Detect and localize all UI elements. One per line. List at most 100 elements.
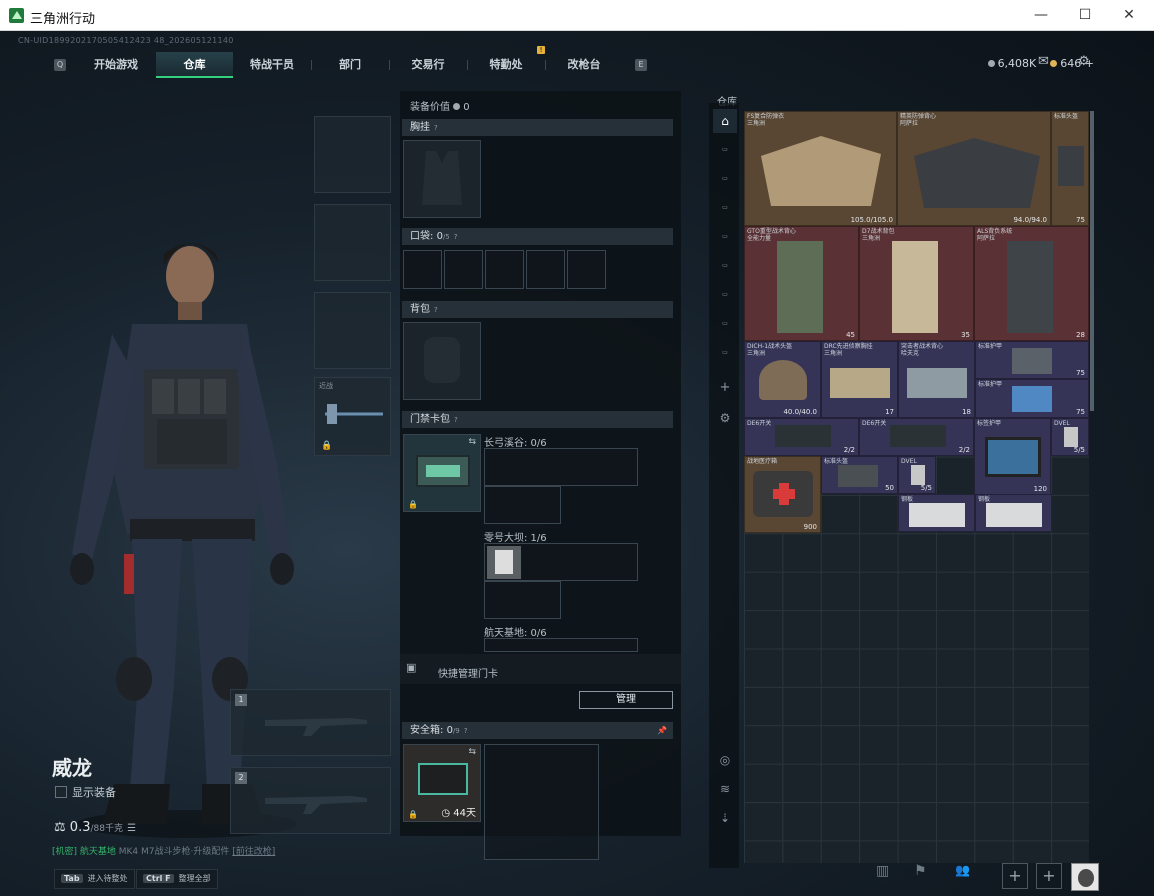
nav-left-key[interactable]: Q [54,59,66,71]
help-icon[interactable]: ? [434,120,438,137]
help-icon[interactable]: ? [434,302,438,319]
pin-icon[interactable]: 📌 [657,722,667,739]
warehouse-item[interactable]: 标准头盔 50 [821,456,898,494]
pocket-slot[interactable] [567,250,606,289]
filter-icon[interactable]: ◎ [713,748,737,772]
warehouse-tab[interactable]: ▭ [713,283,737,307]
tab-warehouse[interactable]: 仓库 [156,52,233,78]
warehouse-tab[interactable]: ▭ [713,167,737,191]
warehouse-item[interactable]: DVEL 5/5 [898,456,936,494]
chest-rig-slot[interactable] [403,140,481,218]
warehouse-item[interactable]: ALS背负系统 阿萨拉 28 [974,226,1089,341]
show-equipment-toggle[interactable]: 显示装备 [55,784,116,800]
warehouse-item[interactable]: 标准护甲 75 [975,341,1089,379]
pocket-slot[interactable] [485,250,524,289]
warehouse-item[interactable]: 标准头盔 75 [1051,111,1089,226]
help-icon[interactable]: ? [454,229,458,246]
ticker-link[interactable]: [前往改枪] [232,847,275,857]
weapon-slot-2[interactable]: 2 [230,767,391,834]
scrollbar[interactable] [1090,111,1094,411]
safebox-grid[interactable] [484,744,599,860]
warehouse-item[interactable]: DE6开关 2/2 [859,418,974,456]
warehouse-item[interactable]: 精英防弹背心 阿萨拉 94.0/94.0 [897,111,1051,226]
warehouse-tab[interactable]: ▭ [713,196,737,220]
warehouse-item[interactable]: D7战术背包 三角洲 35 [859,226,974,341]
warehouse-item[interactable]: 标签护甲 120 [974,418,1051,495]
sort-icon[interactable]: ⇣ [713,806,737,830]
friends-icon[interactable]: 👥 [955,863,970,877]
avatar[interactable] [1071,863,1099,891]
keycard-grid[interactable] [484,448,638,486]
tab-operators[interactable]: 特战干员 [234,52,310,78]
keycard-grid[interactable] [484,581,561,619]
warehouse-item[interactable]: DVEL 5/5 [1051,418,1089,456]
backpack-slot[interactable] [403,322,481,400]
item-value: 40.0/40.0 [783,408,817,416]
weapon-slot-1[interactable]: 1 [230,689,391,756]
minimize-button[interactable]: — [1018,0,1064,31]
warehouse-tab[interactable]: ▭ [713,138,737,162]
manage-button[interactable]: 管理 [579,691,673,709]
hotkey-organize[interactable]: Ctrl F 整理全部 [136,869,218,889]
invite-slot-button[interactable]: + [1002,863,1028,889]
tab-trading[interactable]: 交易行 [390,52,466,78]
warehouse-item[interactable]: 战地医疗箱 900 [744,456,821,533]
mail-icon[interactable]: ✉ [1038,54,1049,69]
keycard-item[interactable] [487,546,521,579]
armor-slot[interactable] [314,204,391,281]
stats-icon[interactable]: ▥ [876,863,889,879]
help-icon[interactable]: ? [464,723,468,740]
hotkey-tab[interactable]: Tab 进入待整处 [54,869,135,889]
invite-slot-button[interactable]: + [1036,863,1062,889]
warehouse-item[interactable]: 钢板 [898,494,975,532]
nav-right-key[interactable]: E [635,59,647,71]
helmet-slot[interactable] [314,116,391,193]
checkbox[interactable] [55,786,67,798]
weight-icon: ⚖ [54,820,66,835]
card-map-label: 航天基地: 0/6 [484,628,547,639]
tab-special-ops[interactable]: 特勤处 [468,52,544,78]
warehouse-item[interactable]: 标准护甲 75 [975,379,1089,418]
swap-icon[interactable]: ⇆ [468,437,476,447]
item-value: 75 [1076,216,1085,224]
keycard-grid[interactable] [484,638,638,652]
warehouse-tab[interactable]: ▭ [713,254,737,278]
warehouse-tab[interactable]: ▭ [713,341,737,365]
close-button[interactable]: ✕ [1106,0,1152,31]
help-icon[interactable]: ? [454,412,458,429]
warehouse-item[interactable]: 钢板 [975,494,1052,532]
carry-weight: ⚖ 0.3/88千克 ☰ [54,820,136,835]
pocket-slot[interactable] [444,250,483,289]
layers-icon[interactable]: ≋ [713,777,737,801]
warehouse-tab[interactable]: ▭ [713,225,737,249]
warehouse-item[interactable]: DE6开关 2/2 [744,418,859,456]
warehouse-item[interactable]: DRC先进侦察胸挂 三角洲 17 [821,341,898,418]
maximize-button[interactable]: ☐ [1062,0,1108,31]
key-label: Tab [61,874,83,883]
swap-icon[interactable]: ⇆ [468,747,476,757]
tab-all-icon[interactable]: ⌂ [713,109,737,133]
warehouse-item[interactable]: DICH-1战术头盔 三角洲 40.0/40.0 [744,341,821,418]
safebox-slot[interactable]: ⇆ 🔒 ◷ 44天 [403,744,481,822]
warehouse-item[interactable]: FS复合防弹衣 三角洲 105.0/105.0 [744,111,897,226]
pistol-slot[interactable] [314,292,391,369]
tab-start-game[interactable]: 开始游戏 [78,52,154,78]
tab-gunsmith[interactable]: 改枪台 [546,52,622,78]
gear-icon[interactable]: ⚙ [1078,54,1090,69]
chest-rig-header: 胸挂? [402,119,673,136]
pocket-slot[interactable] [403,250,442,289]
warehouse-tab[interactable]: ▭ [713,312,737,336]
keycard-grid[interactable] [484,486,561,524]
keycard-case-slot[interactable]: ⇆ 🔒 [403,434,481,512]
flag-icon[interactable]: ⚑ [914,863,927,879]
pocket-slot[interactable] [526,250,565,289]
warehouse-item[interactable]: 突击者战术背心 哈夫克 18 [898,341,975,418]
add-tab-icon[interactable]: + [713,376,737,400]
tab-department[interactable]: 部门 [312,52,388,78]
gear-icon[interactable]: ⚙ [713,406,737,430]
list-icon[interactable]: ☰ [127,823,136,834]
special-ops-alert-icon: ! [537,46,545,54]
warehouse-item[interactable]: GTO重型战术背心 全能力量 45 [744,226,859,341]
vest-silhouette-icon [422,151,462,205]
melee-slot[interactable]: 近战 🔒 [314,377,391,456]
